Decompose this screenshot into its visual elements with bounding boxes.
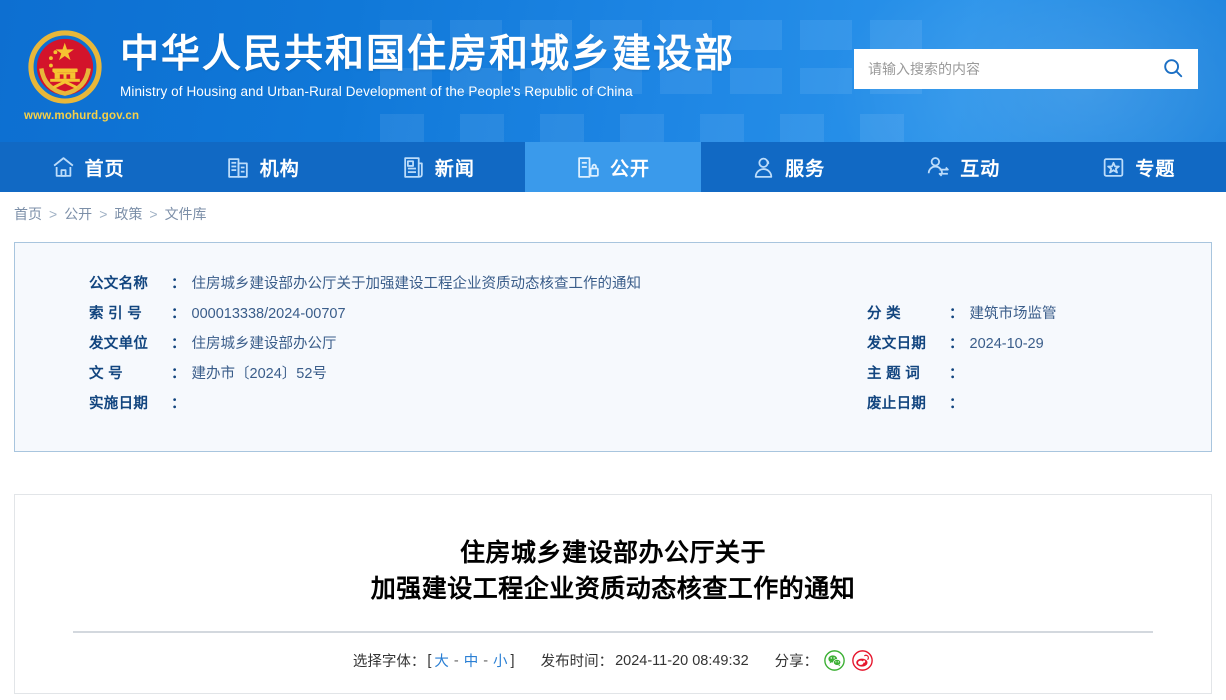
site-title-cn: 中华人民共和国住房和城乡建设部 (120, 33, 736, 76)
search-icon (1162, 57, 1184, 82)
nav-label-open: 公开 (609, 158, 650, 180)
metadata-right-column: 分 类 ： 建筑市场监管 发文日期 ： 2024-10-29 主 题 词 ： 废… (867, 299, 1197, 419)
site-url: www.mohurd.gov.cn (24, 110, 140, 122)
nav-item-topics[interactable]: 专题 (1051, 142, 1226, 192)
search-input[interactable] (854, 49, 1148, 89)
article-toolbar: 选择字体： [ 大 - 中 - 小 ] 发布时间： 2024-11-20 08:… (15, 650, 1211, 671)
metadata-colon: ： (949, 396, 964, 412)
building-icon (226, 155, 251, 180)
nav-label-home: 首页 (84, 158, 125, 180)
metadata-value: 000013338/2024-00707 (191, 306, 346, 322)
metadata-colon: ： (171, 306, 186, 322)
article-title-line-1: 住房城乡建设部办公厅关于 (459, 539, 766, 567)
news-icon (401, 155, 426, 180)
metadata-row-repeal-date: 废止日期 ： (867, 389, 1197, 419)
search-box[interactable] (854, 49, 1198, 89)
article-title-line-2: 加强建设工程企业资质动态核查工作的通知 (370, 575, 856, 603)
metadata-row-document-name: 公文名称 ： 住房城乡建设部办公厅关于加强建设工程企业资质动态核查工作的通知 (89, 269, 789, 299)
font-size-selector: 选择字体： [ 大 - 中 - 小 ] (353, 650, 515, 671)
nav-item-service[interactable]: 服务 (701, 142, 876, 192)
site-brand[interactable]: 中华人民共和国住房和城乡建设部 Ministry of Housing and … (28, 20, 735, 104)
nav-item-organization[interactable]: 机构 (175, 142, 350, 192)
font-dash: - (483, 652, 489, 669)
site-title-en: Ministry of Housing and Urban-Rural Deve… (120, 84, 633, 99)
metadata-label: 废止日期 (867, 396, 927, 412)
metadata-value: 住房城乡建设部办公厅关于加强建设工程企业资质动态核查工作的通知 (191, 276, 642, 292)
metadata-row-index-number: 索 引 号 ： 000013338/2024-00707 (89, 299, 789, 329)
metadata-label: 索 引 号 (89, 306, 143, 322)
metadata-label: 发文日期 (867, 336, 927, 352)
font-size-medium-button[interactable]: 中 (463, 650, 480, 671)
document-metadata-panel: 公文名称 ： 住房城乡建设部办公厅关于加强建设工程企业资质动态核查工作的通知 索… (14, 242, 1212, 452)
bracket-open: [ (427, 652, 432, 669)
publish-time-label: 发布时间： (540, 654, 614, 670)
metadata-label: 分 类 (867, 306, 901, 322)
font-size-small-button[interactable]: 小 (492, 650, 509, 671)
open-document-icon (576, 155, 601, 180)
font-size-label: 选择字体： (352, 654, 426, 670)
person-service-icon (751, 155, 776, 180)
metadata-value: 住房城乡建设部办公厅 (191, 336, 337, 352)
metadata-colon: ： (949, 366, 964, 382)
home-icon (51, 155, 76, 180)
metadata-label: 实施日期 (89, 396, 149, 412)
article-title: 住房城乡建设部办公厅关于 加强建设工程企业资质动态核查工作的通知 (15, 495, 1211, 607)
metadata-colon: ： (171, 396, 186, 412)
metadata-value: 2024-10-29 (969, 336, 1044, 352)
national-emblem-icon (28, 30, 102, 104)
breadcrumb-item-policy[interactable]: 政策 (114, 204, 142, 224)
nav-item-interaction[interactable]: 互动 (876, 142, 1051, 192)
metadata-row-effective-date: 实施日期 ： (89, 389, 789, 419)
search-button[interactable] (1148, 49, 1198, 89)
bracket-close: ] (510, 652, 515, 669)
publish-time-value: 2024-11-20 08:49:32 (615, 652, 749, 669)
share-label: 分享： (774, 654, 819, 670)
metadata-left-column: 公文名称 ： 住房城乡建设部办公厅关于加强建设工程企业资质动态核查工作的通知 索… (89, 269, 789, 419)
nav-item-news[interactable]: 新闻 (350, 142, 525, 192)
metadata-value: 建办市〔2024〕52号 (191, 366, 327, 382)
nav-label-interaction: 互动 (960, 158, 1001, 180)
breadcrumb-item-file-library[interactable]: 文件库 (165, 204, 207, 224)
article-panel: 住房城乡建设部办公厅关于 加强建设工程企业资质动态核查工作的通知 选择字体： [… (14, 494, 1212, 694)
metadata-row-issuing-unit: 发文单位 ： 住房城乡建设部办公厅 (89, 329, 789, 359)
article-divider (73, 631, 1153, 633)
metadata-colon: ： (949, 336, 964, 352)
font-dash: - (453, 652, 459, 669)
breadcrumb-separator: > (49, 206, 58, 222)
star-card-icon (1101, 155, 1126, 180)
metadata-row-subject-terms: 主 题 词 ： (867, 359, 1197, 389)
breadcrumb-item-open[interactable]: 公开 (64, 204, 92, 224)
site-header: 中华人民共和国住房和城乡建设部 Ministry of Housing and … (0, 0, 1226, 142)
metadata-row-category: 分 类 ： 建筑市场监管 (867, 299, 1197, 329)
nav-item-open[interactable]: 公开 (525, 142, 701, 192)
weibo-share-icon[interactable] (852, 650, 873, 671)
metadata-colon: ： (171, 336, 186, 352)
metadata-colon: ： (171, 366, 186, 382)
metadata-colon: ： (171, 276, 186, 292)
metadata-colon: ： (949, 306, 964, 322)
publish-time-group: 发布时间： 2024-11-20 08:49:32 (541, 650, 749, 671)
breadcrumb: 首页 > 公开 > 政策 > 文件库 (0, 192, 1226, 236)
breadcrumb-separator: > (99, 206, 108, 222)
nav-label-news: 新闻 (434, 158, 475, 180)
metadata-label: 公文名称 (89, 276, 149, 292)
person-exchange-icon (926, 155, 951, 180)
metadata-label: 主 题 词 (867, 366, 921, 382)
metadata-label: 文 号 (89, 366, 123, 382)
breadcrumb-separator: > (149, 206, 158, 222)
nav-label-organization: 机构 (259, 158, 300, 180)
wechat-share-icon[interactable] (824, 650, 845, 671)
share-group: 分享： (775, 650, 874, 671)
metadata-label: 发文单位 (89, 336, 149, 352)
metadata-row-issue-date: 发文日期 ： 2024-10-29 (867, 329, 1197, 359)
metadata-row-document-number: 文 号 ： 建办市〔2024〕52号 (89, 359, 789, 389)
nav-label-topics: 专题 (1135, 158, 1176, 180)
share-icon-list (824, 650, 873, 671)
nav-item-home[interactable]: 首页 (0, 142, 175, 192)
nav-label-service: 服务 (785, 158, 826, 180)
main-navigation: 首页 机构 新闻 公开 服务 互动 专题 (0, 142, 1226, 192)
metadata-value: 建筑市场监管 (969, 306, 1057, 322)
font-size-large-button[interactable]: 大 (433, 650, 450, 671)
breadcrumb-item-home[interactable]: 首页 (14, 204, 42, 224)
